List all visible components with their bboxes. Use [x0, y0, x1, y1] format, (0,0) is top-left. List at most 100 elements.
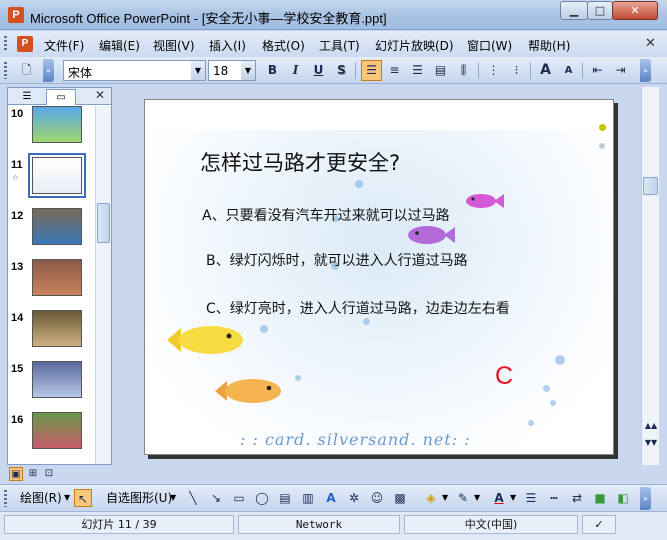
vertical-text-icon[interactable]: ⫼	[453, 60, 474, 81]
tab-slides[interactable]: ▭	[46, 89, 76, 105]
chevron-down-icon[interactable]: ▼	[191, 61, 205, 80]
panel-scrollbar[interactable]	[95, 106, 111, 464]
menu-edit[interactable]: 编辑(E)	[99, 37, 140, 54]
wordart-icon[interactable]: A	[322, 489, 340, 507]
bullets-icon[interactable]: ⁝	[506, 60, 527, 81]
vertical-textbox-icon[interactable]: ▥	[299, 489, 317, 507]
menu-format[interactable]: 格式(O)	[262, 37, 305, 54]
chevron-down-icon[interactable]: ▼	[241, 61, 255, 80]
option-b[interactable]: B、绿灯闪烁时，就可以进入人行道过马路	[206, 250, 468, 270]
slideshow-icon[interactable]: ⊡	[42, 467, 56, 481]
slide-thumbnail[interactable]	[32, 208, 82, 245]
clipart-icon[interactable]: ☺	[368, 489, 386, 507]
maximize-button[interactable]: □	[587, 1, 613, 20]
powerpoint-icon[interactable]: P	[8, 7, 24, 23]
arrow-style-icon[interactable]: ⇄	[568, 489, 586, 507]
menu-view[interactable]: 视图(V)	[153, 37, 195, 54]
dash-style-icon[interactable]: ┅	[545, 489, 563, 507]
slide-canvas[interactable]: 怎样过马路才更安全? A、只要看没有汽车开过来就可以过马路 B、绿灯闪烁时，就可…	[144, 99, 614, 455]
option-c[interactable]: C、绿灯亮时，进入人行道过马路，边走边左右看	[206, 298, 510, 318]
chevron-down-icon[interactable]: ▼	[510, 493, 516, 502]
minimize-button[interactable]: ▁	[560, 1, 588, 20]
bold-button[interactable]: B	[262, 60, 283, 81]
diagram-icon[interactable]: ✲	[345, 489, 363, 507]
slide-thumbnail[interactable]	[28, 153, 86, 198]
slide-title[interactable]: 怎样过马路才更安全?	[200, 147, 400, 177]
slide-thumbnail-row[interactable]: 11 ☆	[8, 153, 94, 208]
previous-slide-icon[interactable]: ▲▲	[644, 421, 658, 430]
font-name-select[interactable]: 宋体 ▼	[63, 60, 206, 81]
fill-color-icon[interactable]: ◈	[422, 489, 440, 507]
chevron-down-icon[interactable]: ▼	[474, 493, 480, 502]
slide-thumbnail[interactable]	[32, 412, 82, 449]
spelling-check-icon[interactable]: ✓	[582, 515, 616, 534]
line-icon[interactable]: ╲	[184, 489, 202, 507]
menu-window[interactable]: 窗口(W)	[467, 37, 512, 54]
numbering-icon[interactable]: ⋮	[483, 60, 504, 81]
underline-button[interactable]: U	[308, 60, 329, 81]
arrow-icon[interactable]: ↘	[207, 489, 225, 507]
menu-file[interactable]: 文件(F)	[44, 37, 84, 54]
toolbar-gripper[interactable]	[4, 62, 7, 79]
rectangle-icon[interactable]: ▭	[230, 489, 248, 507]
slide-thumbnail-row[interactable]: 16	[8, 412, 94, 463]
select-objects-icon[interactable]: ↖	[74, 489, 92, 507]
slide-sorter-icon[interactable]: ⊞	[26, 467, 40, 481]
close-button[interactable]: ✕	[612, 1, 658, 20]
menu-gripper[interactable]	[4, 36, 7, 52]
3d-style-icon[interactable]: ◧	[614, 489, 632, 507]
line-color-icon[interactable]: ✎	[454, 489, 472, 507]
slide-thumbnail[interactable]	[32, 106, 82, 143]
toolbar-options-icon[interactable]: »	[640, 487, 651, 510]
option-a[interactable]: A、只要看没有汽车开过来就可以过马路	[202, 205, 450, 225]
tab-outline[interactable]: ☰	[12, 89, 42, 105]
menu-tools[interactable]: 工具(T)	[319, 37, 360, 54]
font-size-select[interactable]: 18 ▼	[208, 60, 256, 81]
shrink-font-button[interactable]: A	[558, 60, 579, 81]
menu-insert[interactable]: 插入(I)	[209, 37, 246, 54]
toolbar-gripper[interactable]	[4, 490, 7, 507]
answer-letter[interactable]: C	[495, 362, 513, 391]
menu-help[interactable]: 帮助(H)	[528, 37, 570, 54]
align-left-icon[interactable]: ☰	[361, 60, 382, 81]
chevron-down-icon[interactable]: ▼	[442, 493, 448, 502]
textbox-icon[interactable]: ▤	[276, 489, 294, 507]
shadow-button[interactable]: S	[331, 60, 352, 81]
autoshapes-button[interactable]: 自选图形(U)	[106, 489, 172, 506]
distribute-icon[interactable]: ▤	[430, 60, 451, 81]
close-icon[interactable]: ✕	[95, 88, 105, 102]
workspace-scrollbar[interactable]: ▲▲ ▼▼	[641, 87, 659, 465]
scroll-thumb[interactable]	[643, 177, 658, 195]
align-center-icon[interactable]: ≡	[384, 60, 405, 81]
slide-thumbnail-row[interactable]: 13	[8, 259, 94, 310]
oval-icon[interactable]: ◯	[253, 489, 271, 507]
toolbar-options-icon[interactable]: »	[640, 59, 651, 82]
increase-indent-icon[interactable]: ⇥	[610, 60, 631, 81]
shadow-style-icon[interactable]: ■	[591, 489, 609, 507]
scroll-thumb[interactable]	[97, 203, 110, 243]
italic-button[interactable]: I	[285, 60, 306, 81]
chevron-down-icon[interactable]: ▼	[64, 493, 70, 502]
slide-thumbnail[interactable]	[32, 259, 82, 296]
line-style-icon[interactable]: ☰	[522, 489, 540, 507]
new-document-icon[interactable]: 🗋	[16, 60, 37, 81]
picture-icon[interactable]: ▩	[391, 489, 409, 507]
slide-thumbnail-row[interactable]: 15	[8, 361, 94, 412]
slide-thumbnail-row[interactable]: 12	[8, 208, 94, 259]
decrease-indent-icon[interactable]: ⇤	[587, 60, 608, 81]
slide-thumbnail[interactable]	[32, 361, 82, 398]
chevron-down-icon[interactable]: ▼	[170, 493, 176, 502]
slide-thumbnail-row[interactable]: 10	[8, 106, 94, 157]
grow-font-button[interactable]: A	[535, 60, 556, 81]
menu-close-icon[interactable]: ✕	[645, 36, 656, 51]
align-right-icon[interactable]: ☰	[407, 60, 428, 81]
font-color-icon[interactable]: A	[490, 489, 508, 507]
normal-view-icon[interactable]: ▣	[9, 467, 23, 481]
slide-thumbnail-row[interactable]: 14	[8, 310, 94, 361]
toolbar-options-icon[interactable]: »	[43, 59, 54, 82]
draw-menu-button[interactable]: 绘图(R)	[20, 489, 62, 506]
document-icon[interactable]: P	[17, 36, 33, 52]
next-slide-icon[interactable]: ▼▼	[644, 438, 658, 447]
menu-slideshow[interactable]: 幻灯片放映(D)	[375, 37, 454, 54]
slide-thumbnail[interactable]	[32, 310, 82, 347]
